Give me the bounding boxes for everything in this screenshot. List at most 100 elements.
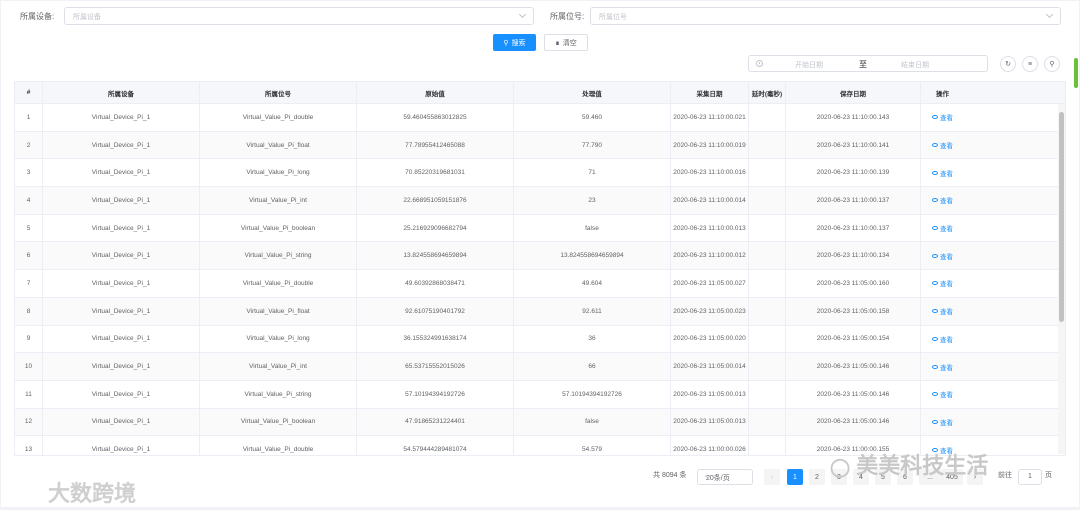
column-header-position: 所属位号 [200,82,357,103]
cell-save-date: 2020-06-23 11:10:00.139 [786,159,921,187]
trash-icon: ∎ [555,39,560,47]
cell-delay [749,380,786,408]
cell-processed-value: 36 [514,325,671,353]
view-button[interactable]: 查看 [932,362,953,372]
eye-icon [932,336,938,341]
cell-collect-date: 2020-06-23 11:05:00.027 [671,270,749,297]
cell-collect-date: 2020-06-23 11:10:00.012 [671,242,749,270]
table-scrollbar-thumb[interactable] [1059,112,1064,322]
view-button[interactable]: 查看 [932,389,953,399]
reset-button[interactable]: ∎ 清空 [544,34,588,51]
cell-index: 13 [15,436,43,455]
cell-collect-date: 2020-06-23 11:05:00.013 [671,380,749,408]
cell-position: Virtual_Value_Pi_int [200,187,357,214]
cell-index: 1 [15,104,43,131]
cell-actions: 查看 [921,270,964,297]
data-table: # 所属设备 所属位号 原始值 处理值 采集日期 延时(毫秒) 保存日期 操作 … [14,81,1066,456]
wechat-icon: ◯ [830,457,851,477]
view-button[interactable]: 查看 [932,140,953,150]
view-button[interactable]: 查看 [932,168,953,178]
view-button-label: 查看 [940,143,953,151]
page-button[interactable]: 2 [809,469,825,485]
search-icon: ⚲ [503,39,509,47]
cell-actions: 查看 [921,326,964,353]
cell-device: Virtual_Device_Pi_1 [43,187,200,214]
cell-processed-value: 66 [514,353,671,380]
position-select[interactable]: 所属位号 [590,7,1061,25]
cell-collect-date: 2020-06-23 11:10:00.016 [671,159,749,187]
search-button[interactable]: ⚲ 搜索 [493,34,536,51]
view-button[interactable]: 查看 [932,112,953,122]
column-header-device: 所属设备 [43,82,200,103]
cell-device: Virtual_Device_Pi_1 [43,214,200,242]
cell-position: Virtual_Value_Pi_double [200,104,357,131]
cell-position: Virtual_Value_Pi_string [200,380,357,408]
refresh-button[interactable]: ↻ [1000,56,1016,72]
start-date-input[interactable]: 开始日期 [795,60,823,70]
clock-icon [756,60,763,67]
table-scrollbar[interactable] [1058,104,1065,454]
cell-collect-date: 2020-06-23 11:05:00.020 [671,325,749,353]
position-select-placeholder: 所属位号 [599,14,627,21]
cell-delay [749,353,786,380]
view-button[interactable]: 查看 [932,278,953,288]
cell-position: Virtual_Value_Pi_double [200,436,357,455]
cell-collect-date: 2020-06-23 11:10:00.021 [671,104,749,131]
column-header-actions: 操作 [936,90,949,98]
view-button[interactable]: 查看 [932,306,953,316]
cell-device: Virtual_Device_Pi_1 [43,104,200,131]
view-button-label: 查看 [940,364,953,372]
cell-processed-value: 54.579 [514,436,671,455]
cell-delay [749,131,786,159]
cell-raw-value: 47.91865231224401 [357,408,514,436]
cell-actions: 查看 [921,215,964,242]
date-range-picker[interactable]: 开始日期 至 结束日期 [748,55,988,72]
view-button-label: 查看 [940,309,953,317]
device-select[interactable]: 所属设备 [64,7,534,25]
cell-processed-value: 23 [514,187,671,214]
view-button[interactable]: 查看 [932,334,953,344]
cell-save-date: 2020-06-23 11:10:00.137 [786,187,921,214]
view-button[interactable]: 查看 [932,223,953,233]
refresh-icon: ↻ [1005,61,1011,68]
cell-delay [749,325,786,353]
cell-actions: 查看 [921,159,964,186]
date-range-separator: 至 [859,60,867,69]
cell-raw-value: 70.85220319681031 [357,159,514,187]
view-button[interactable]: 查看 [932,417,953,427]
table-row: 3 Virtual_Device_Pi_1 Virtual_Value_Pi_lon… [15,159,1065,188]
table-row: 9 Virtual_Device_Pi_1 Virtual_Value_Pi_lon… [15,325,1065,354]
cell-delay [749,104,786,131]
search-toggle-button[interactable]: ⚲ [1044,56,1060,72]
cell-processed-value: 13.824558694659894 [514,242,671,270]
cell-processed-value: 71 [514,159,671,187]
cell-delay [749,297,786,325]
cell-actions: 查看 [921,132,964,159]
menu-icon: ≡ [1027,60,1033,68]
cell-position: Virtual_Value_Pi_boolean [200,408,357,436]
view-button[interactable]: 查看 [932,195,953,205]
column-header-processed-value: 处理值 [514,82,671,103]
view-button[interactable]: 查看 [932,251,953,261]
columns-button[interactable]: ≡ [1022,56,1038,72]
table-row: 7 Virtual_Device_Pi_1 Virtual_Value_Pi_dou… [15,270,1065,298]
cell-position: Virtual_Value_Pi_long [200,159,357,187]
cell-actions: 查看 [921,298,964,325]
page-button[interactable]: 1 [787,469,803,485]
cell-index: 12 [15,408,43,436]
view-button-label: 查看 [940,336,953,344]
end-date-input[interactable]: 结束日期 [901,60,929,70]
prev-page-button[interactable]: ‹ [764,469,780,485]
goto-page-input[interactable]: 1 [1018,469,1042,485]
cell-processed-value: false [514,408,671,436]
device-select-placeholder: 所属设备 [73,14,101,21]
view-button-label: 查看 [940,281,953,289]
cell-actions: 查看 [921,187,964,214]
eye-icon [932,281,938,286]
cell-actions: 查看 [921,242,964,269]
cell-collect-date: 2020-06-23 11:10:00.013 [671,214,749,242]
page-size-select[interactable]: 20条/页 [697,469,753,485]
column-header-save-date: 保存日期 [786,82,921,103]
page-scrollbar[interactable] [1074,58,1078,88]
cell-device: Virtual_Device_Pi_1 [43,380,200,408]
